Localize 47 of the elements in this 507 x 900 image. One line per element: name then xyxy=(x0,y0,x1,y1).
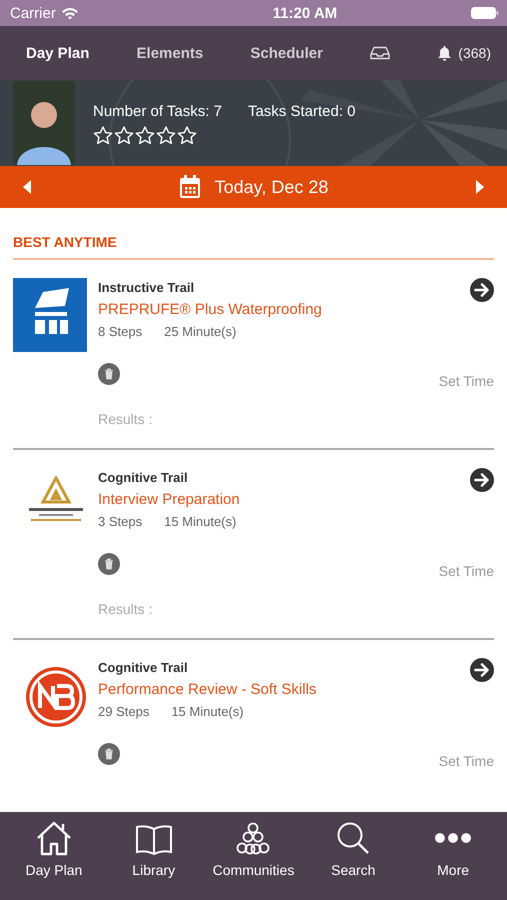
avatar-icon xyxy=(13,81,75,165)
nav-tab[interactable]: Day Plan xyxy=(26,44,90,62)
section-title: BEST ANYTIME xyxy=(13,208,494,260)
calendar-icon[interactable] xyxy=(178,175,201,199)
trail-type: Cognitive Trail xyxy=(98,660,189,675)
logo-icon xyxy=(24,666,86,728)
duration: 25 Minute(s) xyxy=(164,324,236,339)
more-icon xyxy=(435,833,472,843)
carrier-name: Carrier xyxy=(10,4,56,22)
trail-type: Instructive Trail xyxy=(98,280,196,295)
step-count: 3 Steps xyxy=(98,514,142,529)
trail-title[interactable]: PREPRUFE® Plus Waterproofing xyxy=(98,301,322,318)
logo-icon xyxy=(13,278,87,352)
previous-icon[interactable] xyxy=(22,180,32,194)
battery-icon xyxy=(470,7,499,19)
tasks-started: Tasks Started: 0 xyxy=(248,103,356,120)
inbox-icon[interactable] xyxy=(370,46,390,60)
home-icon xyxy=(34,820,73,856)
bell-icon[interactable] xyxy=(437,45,452,61)
duration: 15 Minute(s) xyxy=(164,514,236,529)
community-icon xyxy=(234,822,272,856)
trash-icon[interactable] xyxy=(98,363,120,385)
tab-bar-item[interactable]: Search xyxy=(303,820,404,878)
tab-bar-item[interactable]: More xyxy=(403,820,503,878)
nav-tab[interactable]: Scheduler xyxy=(250,44,323,62)
step-count: 29 Steps xyxy=(98,704,150,719)
duration: 15 Minute(s) xyxy=(171,704,244,719)
task-count: Number of Tasks: 7 xyxy=(93,103,222,120)
trail-type: Cognitive Trail xyxy=(98,470,189,485)
tab-bar-item[interactable]: Day Plan xyxy=(4,820,104,878)
nav-tab[interactable]: Elements xyxy=(136,44,204,62)
tab-bar-item[interactable]: Communities xyxy=(204,820,304,878)
wifi-icon xyxy=(60,6,79,20)
trash-icon[interactable] xyxy=(98,553,120,575)
trail-title[interactable]: Performance Review - Soft Skills xyxy=(98,681,316,698)
status-time: 11:20 AM xyxy=(272,4,338,22)
search-icon xyxy=(335,820,372,856)
date-label: Today, Dec 28 xyxy=(214,176,328,198)
book-icon xyxy=(134,824,173,856)
step-count: 8 Steps xyxy=(98,324,142,339)
notification-count: (368) xyxy=(458,45,491,61)
tab-bar-item[interactable]: Library xyxy=(104,820,204,878)
results-label: Results : xyxy=(98,601,154,617)
results-label: Results : xyxy=(98,411,154,427)
trash-icon[interactable] xyxy=(98,743,120,765)
next-icon[interactable] xyxy=(474,180,485,194)
trail-title[interactable]: Interview Preparation xyxy=(98,491,240,508)
